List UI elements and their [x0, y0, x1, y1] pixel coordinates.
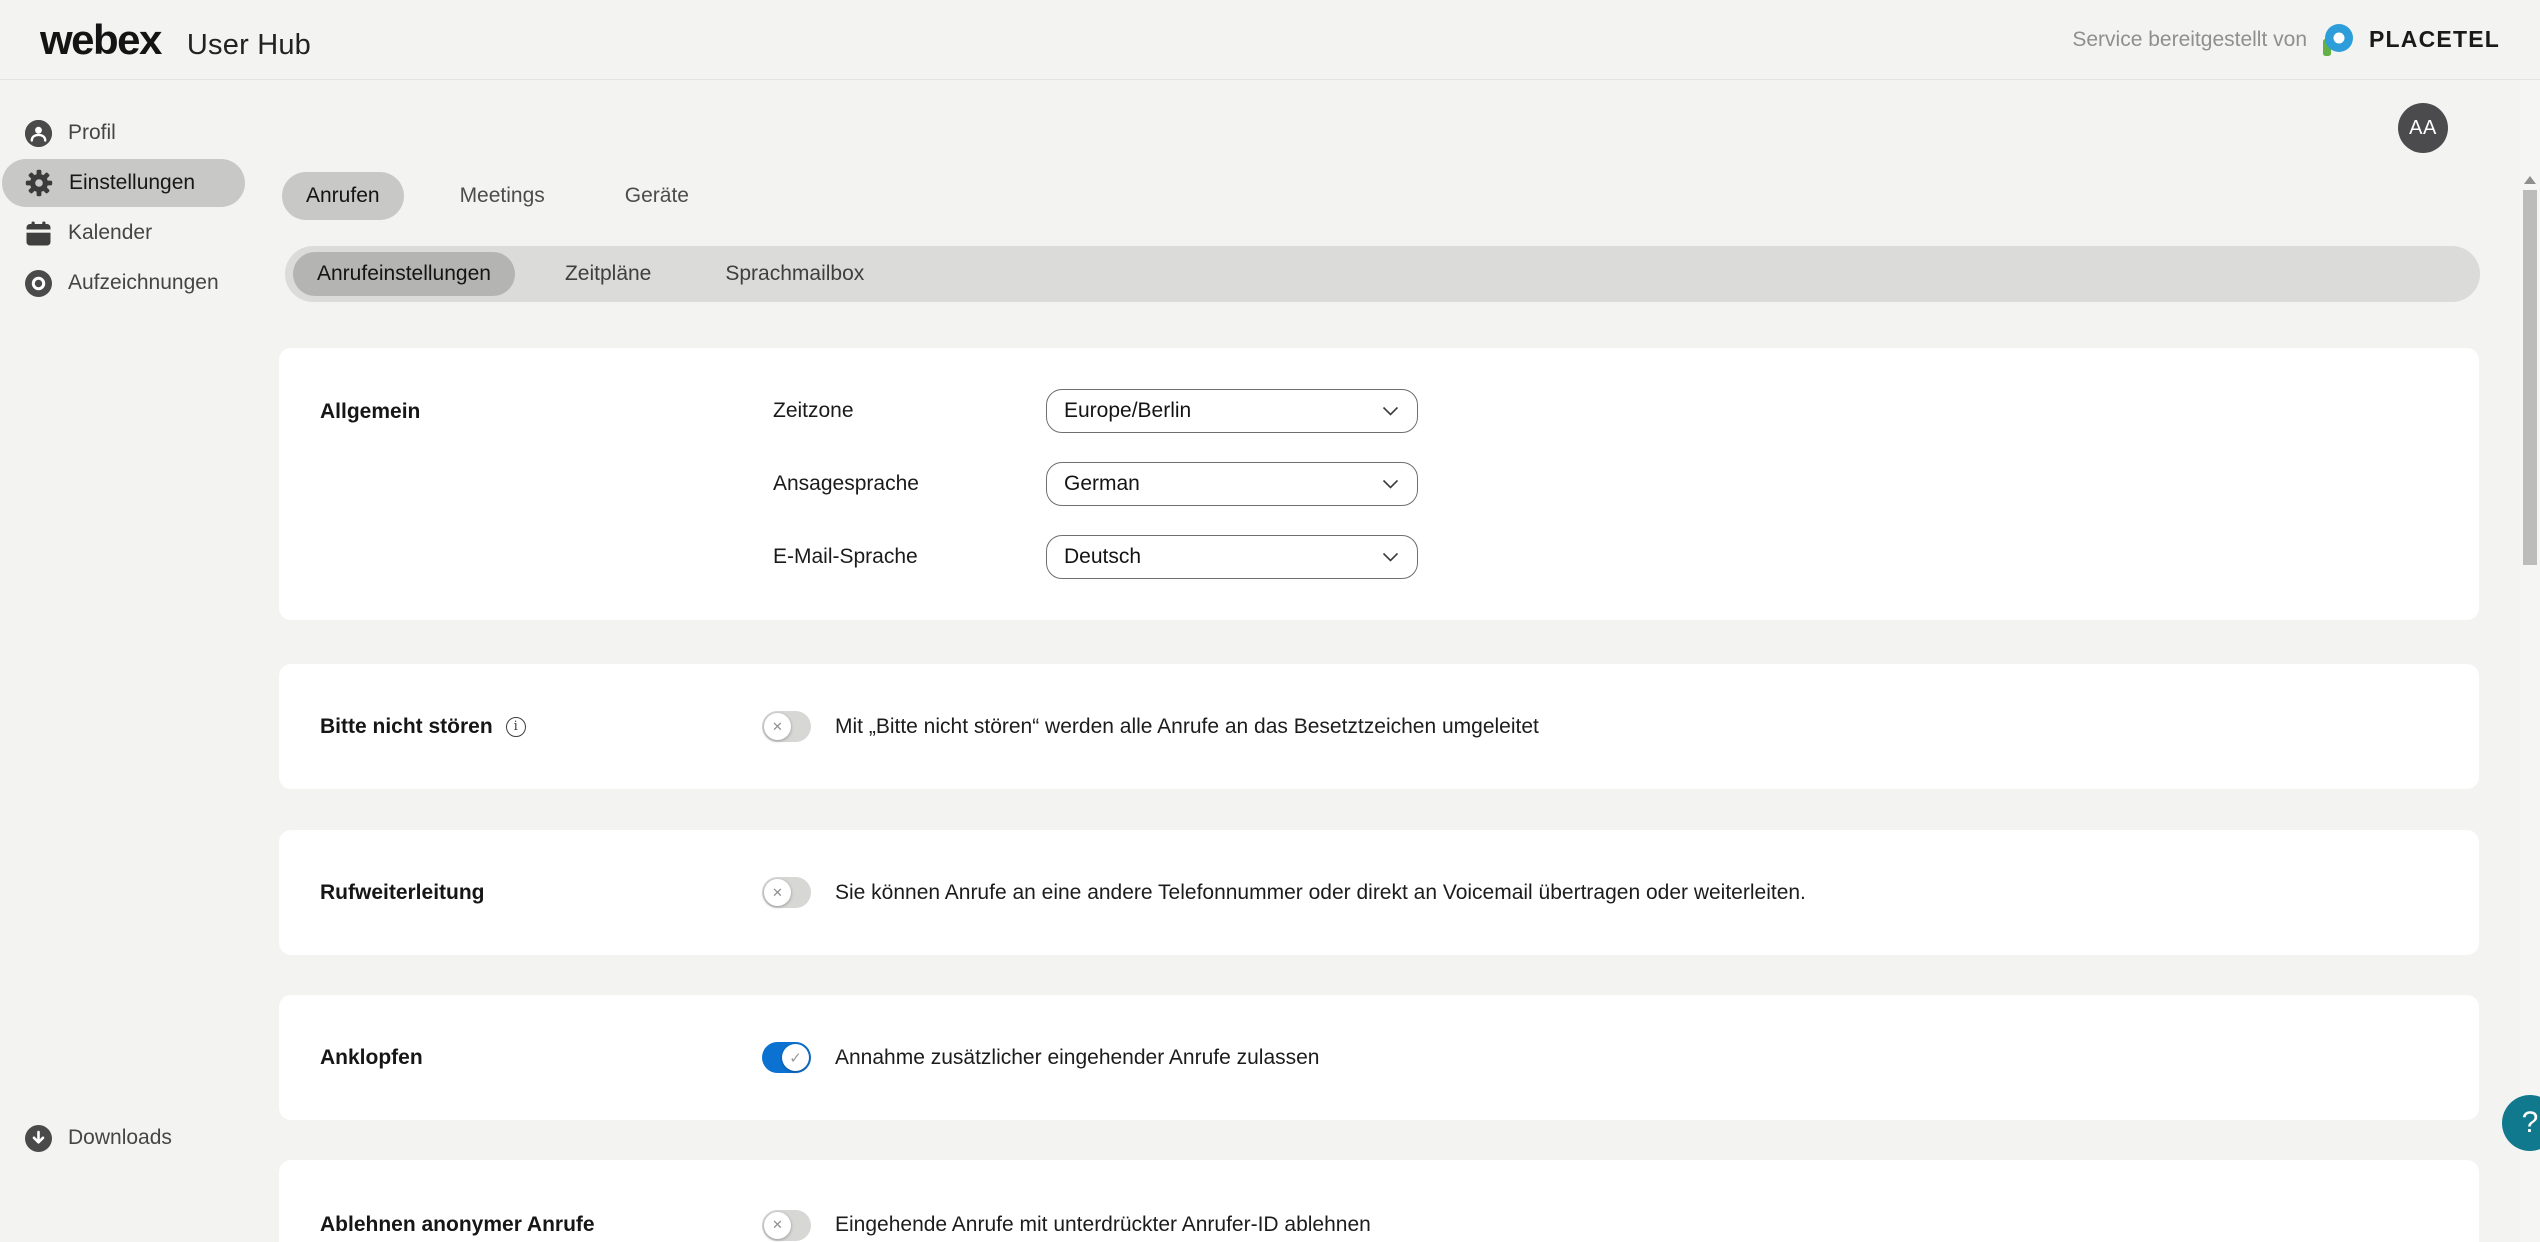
brand-group: webex User Hub — [40, 16, 311, 64]
card-anklopfen: Anklopfen ✓ Annahme zusätzlicher eingehe… — [279, 995, 2479, 1120]
tab-geraete[interactable]: Geräte — [601, 172, 713, 220]
field-label: Ansagesprache — [773, 472, 1046, 496]
sidebar: Profil Einstellungen — [0, 80, 280, 1242]
card-rufweiterleitung: Rufweiterleitung ✕ Sie können Anrufe an … — [279, 830, 2479, 955]
webex-user-hub-page: webex User Hub Service bereitgestellt vo… — [0, 0, 2540, 1242]
vertical-scrollbar[interactable] — [2520, 80, 2540, 1242]
sidebar-item-label: Einstellungen — [69, 171, 195, 195]
form-row-zeitzone: Zeitzone Europe/Berlin — [773, 389, 1418, 433]
sidebar-item-aufzeichnungen[interactable]: Aufzeichnungen — [2, 259, 245, 307]
gear-icon — [25, 169, 53, 197]
placetel-logo-icon — [2321, 23, 2355, 57]
recordings-icon — [25, 270, 52, 297]
call-waiting-toggle[interactable]: ✓ — [762, 1042, 811, 1073]
toggle-description: Annahme zusätzlicher eingehender Anrufe … — [835, 1046, 1319, 1070]
subtab-sprachmailbox[interactable]: Sprachmailbox — [701, 252, 888, 296]
subtab-zeitplaene[interactable]: Zeitpläne — [541, 252, 675, 296]
card-allgemein: Allgemein Zeitzone Europe/Berlin Ansages… — [279, 348, 2479, 620]
sidebar-item-downloads[interactable]: Downloads — [2, 1114, 245, 1162]
selected-value: German — [1064, 472, 1140, 496]
help-button[interactable]: ? — [2502, 1095, 2540, 1151]
app-title: User Hub — [187, 29, 311, 62]
section-title: Allgemein — [320, 400, 420, 424]
announcement-language-select[interactable]: German — [1046, 462, 1418, 506]
info-icon[interactable]: i — [506, 717, 526, 737]
email-language-select[interactable]: Deutsch — [1046, 535, 1418, 579]
top-header: webex User Hub Service bereitgestellt vo… — [0, 0, 2540, 80]
provider-group: Service bereitgestellt von PLACETEL — [2072, 23, 2500, 57]
service-note: Service bereitgestellt von — [2072, 28, 2307, 52]
sidebar-item-kalender[interactable]: Kalender — [2, 209, 245, 257]
chevron-down-icon — [1382, 552, 1399, 562]
webex-logo: webex — [40, 16, 161, 64]
toggle-description: Mit „Bitte nicht stören“ werden alle Anr… — [835, 715, 1539, 739]
sidebar-item-label: Downloads — [68, 1126, 172, 1150]
title-col: Bitte nicht stören i — [320, 715, 762, 739]
chevron-down-icon — [1382, 406, 1399, 416]
toggle-description: Sie können Anrufe an eine andere Telefon… — [835, 881, 1806, 905]
reject-anonymous-toggle[interactable]: ✕ — [762, 1210, 811, 1241]
scrollbar-thumb[interactable] — [2523, 190, 2537, 565]
form-row-email-sprache: E-Mail-Sprache Deutsch — [773, 535, 1418, 579]
calendar-icon — [25, 220, 52, 247]
sidebar-item-einstellungen[interactable]: Einstellungen — [2, 159, 245, 207]
sidebar-item-profil[interactable]: Profil — [2, 109, 245, 157]
tab-meetings[interactable]: Meetings — [436, 172, 569, 220]
title-col: Rufweiterleitung — [320, 881, 762, 905]
toggle-knob-x-icon: ✕ — [764, 1212, 791, 1239]
section-title: Bitte nicht stören — [320, 715, 493, 739]
main-tabs: Anrufen Meetings Geräte — [282, 172, 713, 220]
field-label: Zeitzone — [773, 399, 1046, 423]
title-col: Anklopfen — [320, 1046, 762, 1070]
dnd-toggle[interactable]: ✕ — [762, 711, 811, 742]
toggle-knob-check-icon: ✓ — [782, 1044, 809, 1071]
timezone-select[interactable]: Europe/Berlin — [1046, 389, 1418, 433]
tab-anrufen[interactable]: Anrufen — [282, 172, 404, 220]
sub-tabs: Anrufeinstellungen Zeitpläne Sprachmailb… — [285, 246, 2480, 302]
sidebar-item-label: Profil — [68, 121, 116, 145]
card-ablehnen-anonymer-anrufe: Ablehnen anonymer Anrufe ✕ Eingehende An… — [279, 1160, 2479, 1242]
section-title: Rufweiterleitung — [320, 881, 485, 905]
title-col: Ablehnen anonymer Anrufe — [320, 1213, 762, 1237]
toggle-knob-x-icon: ✕ — [764, 713, 791, 740]
avatar[interactable]: AA — [2398, 103, 2448, 153]
call-forwarding-toggle[interactable]: ✕ — [762, 877, 811, 908]
subtab-anrufeinstellungen[interactable]: Anrufeinstellungen — [293, 252, 515, 296]
scroll-up-arrow-icon[interactable] — [2524, 176, 2536, 184]
card-bitte-nicht-stoeren: Bitte nicht stören i ✕ Mit „Bitte nicht … — [279, 664, 2479, 789]
form-row-ansagesprache: Ansagesprache German — [773, 462, 1418, 506]
download-icon — [25, 1125, 52, 1152]
selected-value: Deutsch — [1064, 545, 1141, 569]
provider-name: PLACETEL — [2369, 26, 2500, 53]
toggle-knob-x-icon: ✕ — [764, 879, 791, 906]
selected-value: Europe/Berlin — [1064, 399, 1191, 423]
toggle-description: Eingehende Anrufe mit unterdrückter Anru… — [835, 1213, 1371, 1237]
field-label: E-Mail-Sprache — [773, 545, 1046, 569]
profile-icon — [25, 120, 52, 147]
general-form: Zeitzone Europe/Berlin Ansagesprache Ger… — [773, 389, 1418, 608]
sidebar-item-label: Aufzeichnungen — [68, 271, 219, 295]
section-title: Anklopfen — [320, 1046, 423, 1070]
section-title: Ablehnen anonymer Anrufe — [320, 1213, 595, 1237]
chevron-down-icon — [1382, 479, 1399, 489]
sidebar-item-label: Kalender — [68, 221, 152, 245]
